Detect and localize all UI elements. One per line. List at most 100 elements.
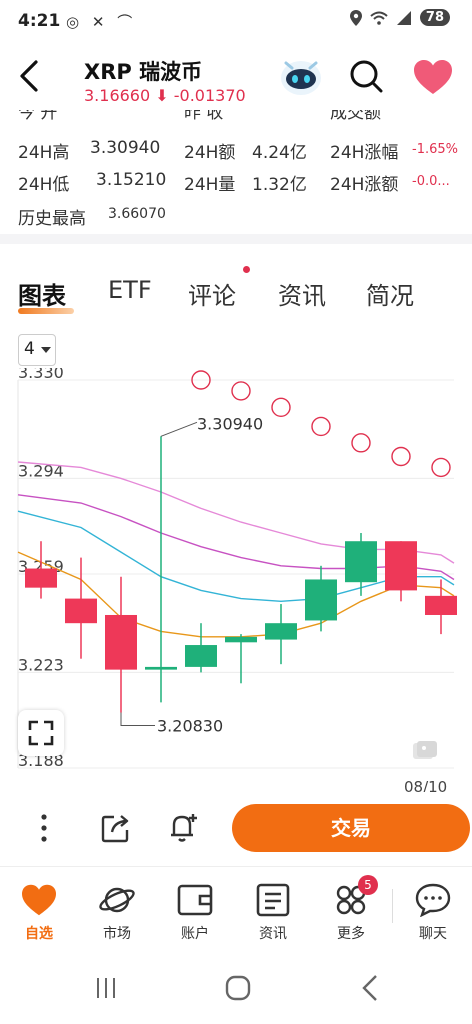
- bottom-nav: 自选 市场 账户 资讯 更多 5 聊天: [0, 866, 472, 956]
- chevron-left-icon: [20, 60, 38, 92]
- nav-label: 更多: [337, 926, 365, 942]
- candlestick-chart[interactable]: 3.3303.2943.2593.2233.188 3.309403.20830…: [0, 363, 472, 796]
- more-options-button[interactable]: [34, 812, 54, 848]
- candle-body: [185, 645, 217, 667]
- nav-item-account[interactable]: 账户: [160, 883, 230, 943]
- action-bar: 交易: [0, 796, 472, 862]
- active-tab-indicator: [18, 308, 74, 314]
- candle-body: [425, 595, 457, 615]
- back-button[interactable]: [14, 56, 50, 100]
- trade-button[interactable]: 交易: [232, 804, 470, 852]
- battery-indicator: 78: [419, 9, 450, 26]
- tab-news[interactable]: 资讯: [278, 276, 326, 311]
- price-chart[interactable]: 3.330 3.294 3.259 3.223 3.188 3.30940 3.20830…: [0, 363, 472, 796]
- stats-row: 24H高 3.30940 24H额 4.24亿 24H涨幅 -1.65%: [0, 138, 472, 168]
- robot-assistant-button[interactable]: [276, 54, 326, 98]
- stat-label: 24H低: [18, 175, 70, 195]
- wifi-icon: [370, 11, 388, 25]
- sar-marker: [351, 433, 371, 453]
- stat-value: 3.15210: [96, 170, 167, 190]
- planet-icon: [99, 887, 135, 913]
- signal-icon: [396, 10, 411, 25]
- nav-label: 聊天: [419, 926, 447, 942]
- high-annotation-line: [160, 421, 198, 437]
- y-tick-label: 3.330: [18, 368, 64, 382]
- stat-ath-value: 3.66070: [108, 206, 166, 222]
- image-icon: [413, 741, 437, 759]
- stat-turnover-label: 成交额: [330, 110, 381, 123]
- sar-marker: [311, 416, 331, 437]
- coin-change: -0.01370: [173, 86, 246, 105]
- robot-icon: [281, 61, 321, 95]
- share-icon: [101, 815, 129, 843]
- tab-chart[interactable]: 图表: [18, 276, 66, 311]
- nav-label: 账户: [181, 926, 209, 942]
- candle-body: [25, 568, 57, 588]
- system-nav-bar: [0, 956, 472, 1024]
- nav-label: 自选: [25, 926, 53, 942]
- stat-label: 24H高: [18, 143, 70, 163]
- favorite-button[interactable]: [412, 58, 454, 96]
- home-icon[interactable]: [224, 974, 252, 1002]
- coin-name: XRP 瑞波币: [84, 60, 203, 84]
- interval-value: 4: [24, 339, 35, 359]
- stats-panel: 今 开 昨 收 成交额 24H高 3.30940 24H额 4.24亿 24H涨…: [0, 110, 472, 232]
- vertical-dots-icon: [41, 814, 47, 842]
- stats-row-partial: 今 开 昨 收 成交额: [0, 110, 472, 128]
- high-annotation: 3.30940: [197, 414, 263, 433]
- expand-icon: [28, 720, 54, 746]
- coin-header: XRP 瑞波币 3.16660 ⬇ -0.01370: [0, 48, 472, 112]
- stat-value: 1.32亿: [252, 175, 307, 195]
- location-icon: [349, 9, 362, 26]
- stats-row-ath: 历史最高 3.66070: [0, 204, 472, 232]
- notification-badge: 5: [358, 875, 378, 895]
- candle-body: [345, 541, 377, 583]
- chat-icon: [415, 883, 451, 917]
- nav-item-news[interactable]: 资讯: [238, 883, 308, 943]
- stats-row: 24H低 3.15210 24H量 1.32亿 24H涨额 -0.0...: [0, 170, 472, 200]
- nav-label: 市场: [103, 926, 131, 942]
- heart-icon: [22, 884, 56, 916]
- nav-item-chat[interactable]: 聊天: [398, 883, 468, 943]
- snapshot-button[interactable]: [412, 740, 438, 762]
- nav-item-more[interactable]: 更多 5: [316, 875, 386, 943]
- status-time: 4:21: [18, 11, 61, 31]
- nav-item-market[interactable]: 市场: [82, 883, 152, 943]
- price-alert-button[interactable]: [166, 810, 200, 848]
- candle-body: [105, 614, 137, 670]
- candle-body: [385, 541, 417, 591]
- tab-overview[interactable]: 简况: [366, 276, 414, 311]
- nav-label: 资讯: [259, 926, 287, 942]
- interval-select[interactable]: 4: [18, 334, 56, 366]
- nav-separator: [392, 889, 393, 923]
- coin-price: 3.16660: [84, 86, 151, 105]
- fullscreen-button[interactable]: [18, 710, 64, 756]
- nav-item-watchlist[interactable]: 自选: [4, 883, 74, 943]
- candle-body: [145, 666, 177, 670]
- sar-marker: [231, 381, 251, 401]
- candle-body: [65, 598, 97, 624]
- stat-value: -1.65%: [412, 142, 458, 157]
- stat-label: 24H额: [184, 143, 236, 163]
- share-button[interactable]: [100, 812, 132, 848]
- recent-apps-icon[interactable]: [94, 976, 118, 1000]
- tab-bar: 图表 ETF 评论 资讯 简况: [0, 262, 472, 318]
- tab-comments[interactable]: 评论: [188, 276, 236, 311]
- status-notification-icons: ◎ ✕ ⌒: [66, 13, 137, 31]
- stat-ath-label: 历史最高: [18, 209, 86, 229]
- new-comments-dot: [243, 266, 250, 273]
- heart-icon: [414, 60, 452, 94]
- stat-label: 24H量: [184, 175, 236, 195]
- tab-etf[interactable]: ETF: [108, 276, 152, 304]
- status-right-group: 78: [349, 9, 450, 26]
- sar-marker: [431, 457, 451, 478]
- bell-plus-icon: [171, 814, 197, 842]
- sar-marker: [271, 397, 291, 418]
- stat-value: 3.30940: [90, 138, 161, 158]
- search-button[interactable]: [348, 58, 384, 94]
- stat-label: 24H涨额: [330, 175, 399, 195]
- x-date-label: 08/10: [404, 778, 447, 792]
- stat-prevclose-label: 昨 收: [184, 110, 224, 123]
- stat-open-label: 今 开: [18, 110, 58, 123]
- back-nav-icon[interactable]: [360, 974, 380, 1002]
